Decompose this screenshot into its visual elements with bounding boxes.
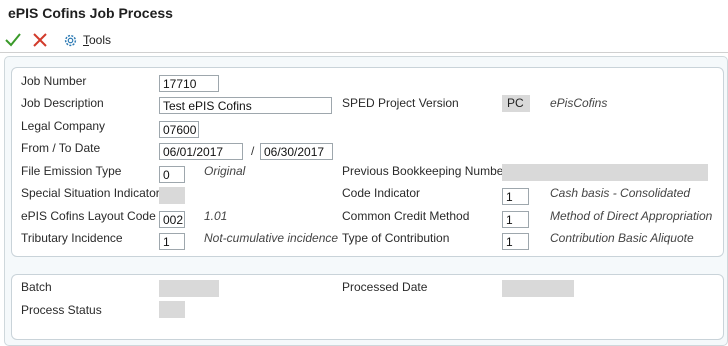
layout-code-description: 1.01 <box>204 209 228 223</box>
to-date-field[interactable]: 06/30/2017 <box>260 143 333 160</box>
legal-company-field[interactable]: 07600 <box>159 121 199 138</box>
type-of-contribution-label: Type of Contribution <box>342 231 450 245</box>
x-icon <box>33 33 47 47</box>
special-situation-indicator-field <box>159 187 185 204</box>
process-status-label: Process Status <box>21 303 102 317</box>
sped-project-version-label: SPED Project Version <box>342 96 459 110</box>
file-emission-type-label: File Emission Type <box>21 164 122 178</box>
processed-date-field <box>502 280 574 297</box>
code-indicator-label: Code Indicator <box>342 186 421 200</box>
tributary-incidence-field[interactable]: 1 <box>159 233 185 250</box>
job-description-field[interactable]: Test ePIS Cofins <box>159 97 332 114</box>
file-emission-type-description: Original <box>204 164 246 178</box>
previous-bookkeeping-number-label: Previous Bookkeeping Number <box>342 164 508 178</box>
tributary-incidence-description: Not-cumulative incidence <box>204 231 339 245</box>
cancel-button[interactable] <box>31 31 49 49</box>
previous-bookkeeping-number-field <box>502 164 708 181</box>
job-number-label: Job Number <box>21 74 87 88</box>
layout-code-field[interactable]: 002 <box>159 211 185 228</box>
form-container: Job Number 17710 Job Description Test eP… <box>4 56 728 346</box>
sped-project-version-description: ePisCofins <box>550 96 608 110</box>
tools-label: Tools <box>83 33 112 47</box>
sped-project-version-field: PC <box>502 95 530 112</box>
from-to-date-label: From / To Date <box>21 141 101 155</box>
common-credit-method-field[interactable]: 1 <box>502 211 529 228</box>
page-title: ePIS Cofins Job Process <box>8 5 173 21</box>
special-situation-indicator-label: Special Situation Indicator <box>21 186 160 200</box>
job-number-field[interactable]: 17710 <box>159 75 219 92</box>
checkmark-icon <box>5 33 21 47</box>
batch-label: Batch <box>21 280 52 294</box>
common-credit-method-description: Method of Direct Appropriation <box>550 209 713 223</box>
job-description-label: Job Description <box>21 96 104 110</box>
type-of-contribution-field[interactable]: 1 <box>502 233 529 250</box>
gear-icon <box>64 34 77 46</box>
type-of-contribution-description: Contribution Basic Aliquote <box>550 231 694 245</box>
process-status-field <box>159 301 185 318</box>
layout-code-label: ePIS Cofins Layout Code <box>21 209 156 223</box>
ok-button[interactable] <box>4 31 22 49</box>
processed-date-label: Processed Date <box>342 280 428 294</box>
toolbar-divider <box>0 52 728 53</box>
file-emission-type-field[interactable]: 0 <box>159 166 185 183</box>
job-parameters-panel: Job Number 17710 Job Description Test eP… <box>11 67 724 257</box>
date-separator: / <box>251 144 255 158</box>
common-credit-method-label: Common Credit Method <box>342 209 470 223</box>
from-date-field[interactable]: 06/01/2017 <box>159 143 243 160</box>
batch-field <box>159 280 219 297</box>
process-status-panel: Batch Processed Date Process Status <box>11 274 724 340</box>
tributary-incidence-label: Tributary Incidence <box>21 231 123 245</box>
legal-company-label: Legal Company <box>21 119 106 133</box>
toolbar: Tools <box>0 28 728 52</box>
tools-menu-button[interactable]: Tools <box>63 31 111 49</box>
code-indicator-field[interactable]: 1 <box>502 188 529 205</box>
code-indicator-description: Cash basis - Consolidated <box>550 186 691 200</box>
